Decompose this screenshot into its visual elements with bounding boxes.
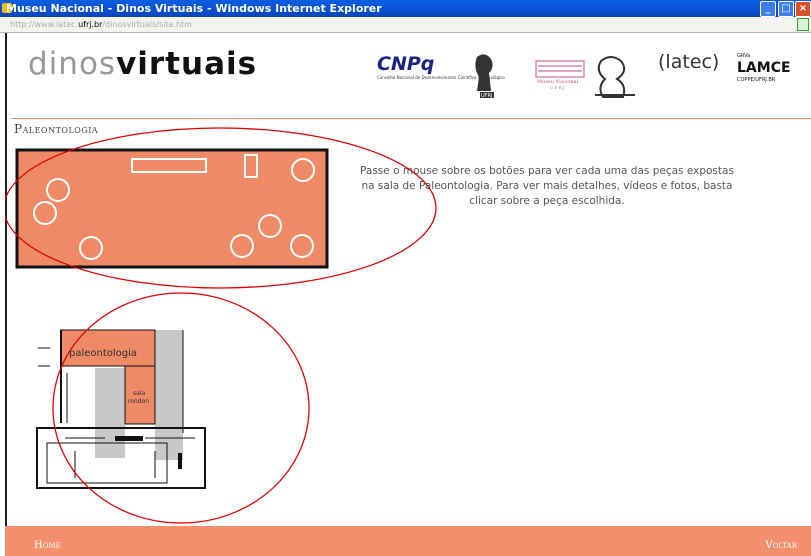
paleontologia-label: paleontologia [69,348,137,359]
window-titlebar: Museu Nacional - Dinos Virtuais - Window… [0,0,811,17]
maximize-button[interactable]: □ [778,1,794,17]
close-button[interactable]: × [795,1,811,17]
footer-bar: Home Voltar [5,526,811,556]
go-icon[interactable] [797,18,809,31]
address-bar[interactable]: http://www.latec.ufrj.br/dinosvirtuais/s… [0,17,811,33]
home-link[interactable]: Home [34,540,61,551]
room-map [15,148,329,269]
rondon-label: rondon [128,398,149,405]
page-content: dinosvirtuais CNPq Conselho Nacional de D… [5,33,811,556]
room-map-svg: paleontologia sala rondon [5,127,437,524]
window-title: Museu Nacional - Dinos Virtuais - Window… [6,2,382,15]
back-link[interactable]: Voltar [765,540,797,551]
minimize-button[interactable]: _ [760,1,776,17]
sala-label: sala [133,390,145,397]
url-text[interactable]: http://www.latec.ufrj.br/dinosvirtuais/s… [10,17,192,32]
